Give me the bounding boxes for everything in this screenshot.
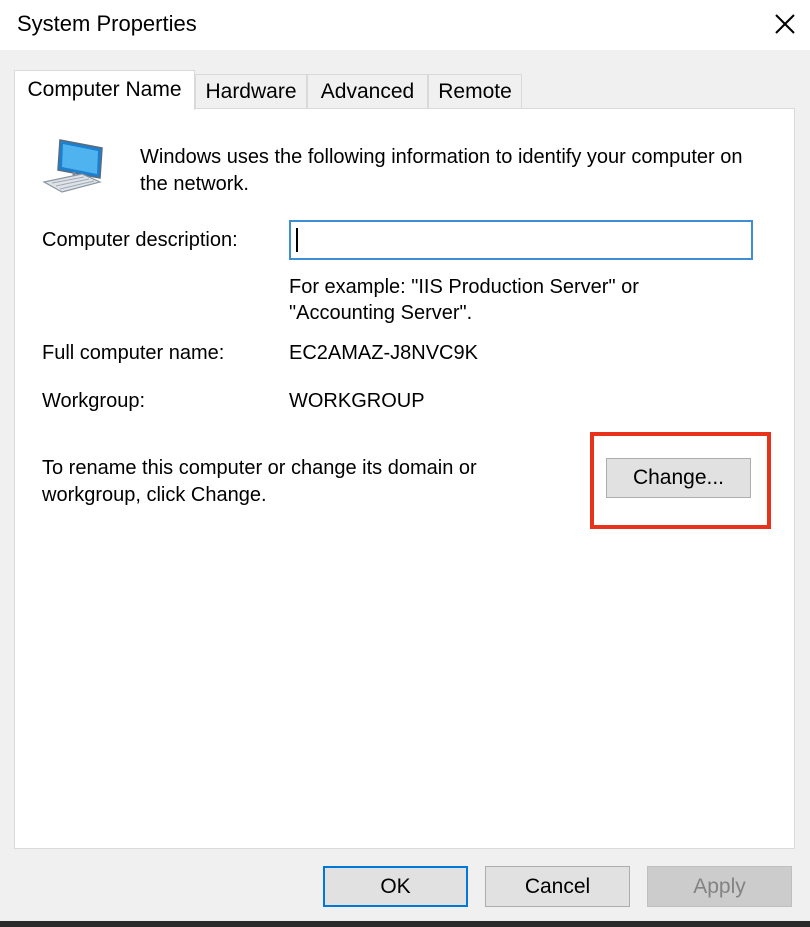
workgroup-label: Workgroup:: [42, 390, 146, 412]
system-properties-dialog: System Properties Computer Name Hardware…: [0, 0, 810, 927]
rename-instructions: To rename this computer or change its do…: [42, 457, 477, 506]
text-caret: [296, 228, 298, 252]
window-bottom-edge: [0, 921, 810, 927]
apply-button: Apply: [647, 866, 792, 907]
change-button[interactable]: Change...: [606, 458, 751, 498]
full-computer-name-label: Full computer name:: [42, 342, 225, 364]
close-button[interactable]: [760, 0, 810, 48]
computer-description-input[interactable]: [289, 220, 753, 260]
intro-text: Windows uses the following information t…: [140, 146, 743, 195]
tab-remote[interactable]: Remote: [428, 74, 522, 108]
full-computer-name-value: EC2AMAZ-J8NVC9K: [289, 342, 478, 364]
computer-icon: [42, 139, 103, 193]
computer-description-label: Computer description:: [42, 229, 238, 251]
workgroup-value: WORKGROUP: [289, 390, 425, 412]
tab-hardware[interactable]: Hardware: [195, 74, 307, 108]
tab-advanced[interactable]: Advanced: [307, 74, 428, 108]
description-example-text: For example: "IIS Production Server" or …: [289, 276, 639, 324]
close-icon: [775, 14, 795, 34]
window-title: System Properties: [17, 11, 197, 36]
ok-button[interactable]: OK: [323, 866, 468, 907]
tab-computer-name[interactable]: Computer Name: [14, 70, 195, 110]
title-bar: System Properties: [0, 0, 810, 50]
cancel-button[interactable]: Cancel: [485, 866, 630, 907]
